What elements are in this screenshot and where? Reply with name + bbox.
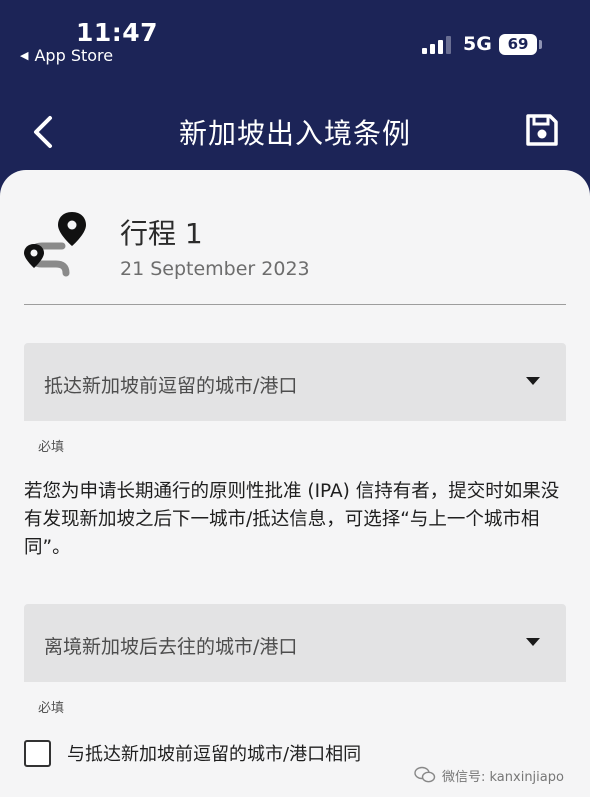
- route-icon: [22, 208, 88, 278]
- arrival-city-select[interactable]: 抵达新加坡前逗留的城市/港口: [24, 343, 566, 421]
- departure-city-select[interactable]: 离境新加坡后去往的城市/港口: [24, 604, 566, 682]
- back-app-label: App Store: [34, 46, 114, 65]
- wechat-watermark: 微信号: kanxinjiapo: [414, 763, 564, 787]
- dropdown-caret-icon: [526, 377, 540, 385]
- back-to-app-link[interactable]: ◀ App Store: [20, 46, 113, 65]
- same-city-checkbox-label: 与抵达新加坡前逗留的城市/港口相同: [67, 744, 362, 765]
- watermark-text: 微信号: kanxinjiapo: [442, 769, 564, 785]
- status-time: 11:47: [76, 18, 159, 47]
- section-divider: [24, 304, 566, 305]
- content-card: 行程 1 21 September 2023 抵达新加坡前逗留的城市/港口 必填…: [0, 170, 590, 797]
- wechat-logo-icon: [414, 766, 436, 783]
- arrival-city-placeholder: 抵达新加坡前逗留的城市/港口: [44, 375, 298, 397]
- arrival-required-hint: 必填: [38, 440, 65, 455]
- trip-date: 21 September 2023: [120, 258, 310, 280]
- battery-tip: [539, 40, 542, 49]
- back-triangle-icon: ◀: [20, 49, 29, 62]
- battery-icon: 69: [499, 34, 537, 55]
- departure-required-hint: 必填: [38, 701, 65, 716]
- network-type: 5G: [463, 33, 492, 55]
- signal-strength-icon: [422, 36, 454, 54]
- page-title: 新加坡出入境条例: [178, 117, 411, 150]
- departure-city-placeholder: 离境新加坡后去往的城市/港口: [44, 636, 298, 658]
- same-city-checkbox-row[interactable]: 与抵达新加坡前逗留的城市/港口相同: [24, 738, 424, 768]
- save-icon: [526, 114, 558, 146]
- trip-title: 行程 1: [120, 217, 203, 250]
- same-city-checkbox[interactable]: [24, 739, 51, 767]
- status-bar: 11:47 ◀ App Store 5G 69: [0, 0, 590, 80]
- ipa-info-text: 若您为申请长期通行的原则性批准 (IPA) 信持有者，提交时如果没有发现新加坡之…: [24, 481, 560, 558]
- dropdown-caret-icon: [526, 638, 540, 646]
- save-button[interactable]: [524, 112, 560, 148]
- trip-header: 行程 1 21 September 2023: [22, 208, 562, 288]
- nav-bar: 新加坡出入境条例: [0, 92, 590, 170]
